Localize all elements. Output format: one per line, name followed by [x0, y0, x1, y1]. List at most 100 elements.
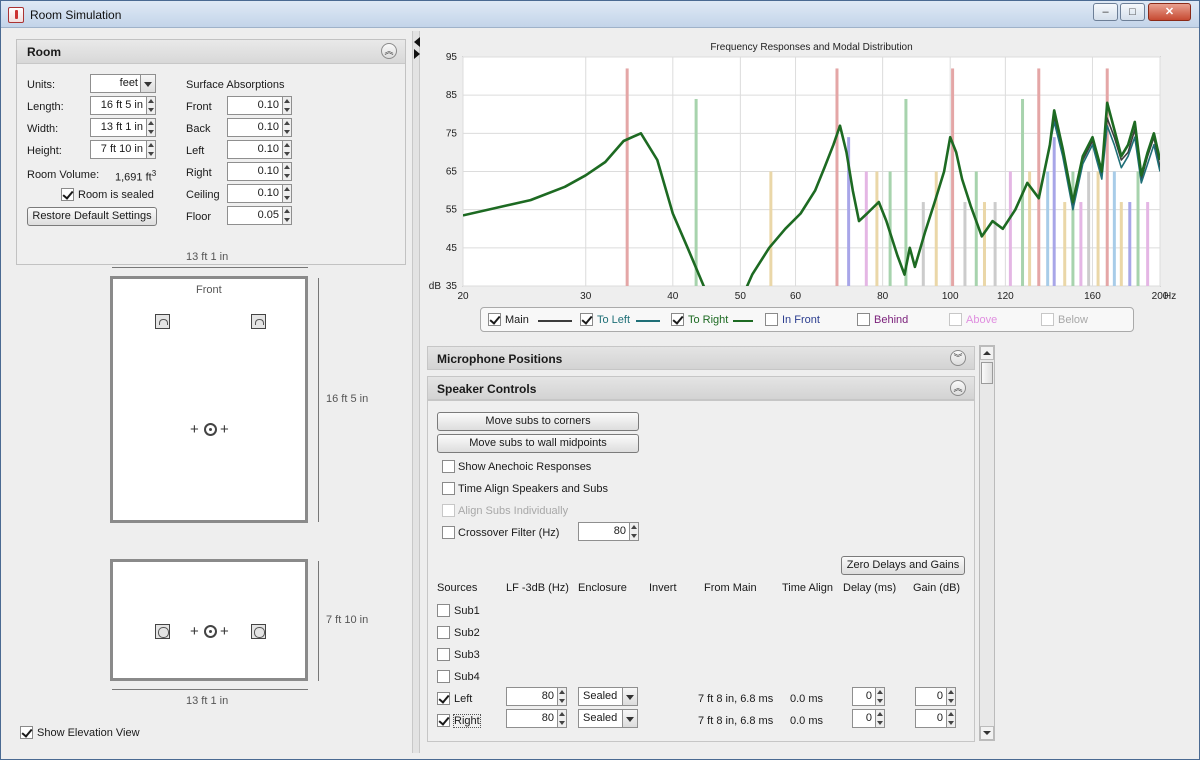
right-source-checkbox[interactable]: [437, 714, 450, 727]
front-absorption-field[interactable]: 0.10: [227, 96, 283, 115]
room-sealed-checkbox[interactable]: [61, 188, 74, 201]
modal-bar: [1128, 202, 1132, 286]
microphone-positions-header[interactable]: Microphone Positions ︾: [427, 346, 975, 370]
legend-to-left-checkbox[interactable]: [580, 313, 593, 326]
align-subs-checkbox[interactable]: [442, 504, 455, 517]
right-absorption-spinner[interactable]: [282, 162, 292, 181]
left-enclosure-dropdown-icon[interactable]: [622, 687, 638, 706]
left-gain-spinner[interactable]: [946, 687, 956, 706]
expand-down-icon[interactable]: ︾: [950, 350, 966, 366]
x-tick-label: 160: [1084, 291, 1101, 302]
left-time-align: 0.0 ms: [790, 693, 824, 705]
units-select[interactable]: feet: [90, 74, 142, 93]
right-lf-spinner[interactable]: [557, 709, 567, 728]
right-speaker-icon[interactable]: [251, 314, 266, 329]
right-absorption-field[interactable]: 0.10: [227, 162, 283, 181]
sub2-checkbox[interactable]: [437, 626, 450, 639]
seat-marker-right[interactable]: +: [220, 422, 229, 437]
crossover-spinner[interactable]: [629, 522, 639, 541]
split-pane-divider[interactable]: [412, 31, 420, 753]
room-elevation-view[interactable]: + +: [110, 559, 308, 681]
maximize-button[interactable]: □: [1120, 3, 1145, 21]
right-lf-field[interactable]: 80: [506, 709, 558, 728]
legend-main-checkbox[interactable]: [488, 313, 501, 326]
legend-to-right-checkbox[interactable]: [671, 313, 684, 326]
show-elevation-checkbox[interactable]: [20, 726, 33, 739]
crossover-checkbox[interactable]: [442, 526, 455, 539]
expand-right-icon[interactable]: [414, 49, 420, 59]
frequency-response-chart[interactable]: Frequency Responses and Modal Distributi…: [421, 31, 1199, 307]
show-anechoic-label: Show Anechoic Responses: [458, 461, 592, 473]
length-field[interactable]: 16 ft 5 in: [90, 96, 147, 115]
collapse-up-icon[interactable]: ︽: [950, 380, 966, 396]
height-field[interactable]: 7 ft 10 in: [90, 140, 147, 159]
show-anechoic-checkbox[interactable]: [442, 460, 455, 473]
legend-below-checkbox[interactable]: [1041, 313, 1054, 326]
main-mic-icon[interactable]: [204, 423, 217, 436]
right-gain-field[interactable]: 0: [915, 709, 947, 728]
speaker-controls-header[interactable]: Speaker Controls ︽: [427, 376, 975, 400]
ceiling-absorption-spinner[interactable]: [282, 184, 292, 203]
sub4-checkbox[interactable]: [437, 670, 450, 683]
right-enclosure-select[interactable]: Sealed: [578, 709, 624, 728]
move-subs-corners-button[interactable]: Move subs to corners: [437, 412, 639, 431]
back-absorption-spinner[interactable]: [282, 118, 292, 137]
seat-marker-left[interactable]: +: [190, 422, 199, 437]
legend-above-checkbox[interactable]: [949, 313, 962, 326]
time-align-checkbox[interactable]: [442, 482, 455, 495]
sub1-checkbox[interactable]: [437, 604, 450, 617]
length-spinner[interactable]: [146, 96, 156, 115]
collapse-left-icon[interactable]: [414, 37, 420, 47]
elev-mic-icon[interactable]: [204, 625, 217, 638]
col-enclosure: Enclosure: [578, 582, 627, 594]
left-gain-field[interactable]: 0: [915, 687, 947, 706]
restore-defaults-button[interactable]: Restore Default Settings: [27, 207, 157, 226]
modal-bar: [769, 171, 773, 286]
elev-seat-left[interactable]: +: [190, 624, 199, 639]
width-field[interactable]: 13 ft 1 in: [90, 118, 147, 137]
right-delay-spinner[interactable]: [875, 709, 885, 728]
left-speaker-icon[interactable]: [155, 314, 170, 329]
left-speaker-elev-icon[interactable]: [155, 624, 170, 639]
room-panel-header[interactable]: Room ︽: [17, 40, 405, 64]
elev-seat-right[interactable]: +: [220, 624, 229, 639]
height-spinner[interactable]: [146, 140, 156, 159]
sub1-label: Sub1: [454, 605, 480, 617]
left-lf-field[interactable]: 80: [506, 687, 558, 706]
left-delay-spinner[interactable]: [875, 687, 885, 706]
right-gain-spinner[interactable]: [946, 709, 956, 728]
legend-in-front-checkbox[interactable]: [765, 313, 778, 326]
right-enclosure-dropdown-icon[interactable]: [622, 709, 638, 728]
room-plan-view[interactable]: Front + +: [110, 276, 308, 523]
time-align-label: Time Align Speakers and Subs: [458, 483, 609, 495]
left-source-checkbox[interactable]: [437, 692, 450, 705]
right-delay-field[interactable]: 0: [852, 709, 876, 728]
right-speaker-elev-icon[interactable]: [251, 624, 266, 639]
legend-behind-checkbox[interactable]: [857, 313, 870, 326]
zero-delays-gains-button[interactable]: Zero Delays and Gains: [841, 556, 965, 575]
sub3-checkbox[interactable]: [437, 648, 450, 661]
left-delay-field[interactable]: 0: [852, 687, 876, 706]
left-enclosure-select[interactable]: Sealed: [578, 687, 624, 706]
left-lf-spinner[interactable]: [557, 687, 567, 706]
crossover-field[interactable]: 80: [578, 522, 630, 541]
left-absorption-spinner[interactable]: [282, 140, 292, 159]
floor-absorption-field[interactable]: 0.05: [227, 206, 283, 225]
ceiling-absorption-field[interactable]: 0.10: [227, 184, 283, 203]
front-absorption-spinner[interactable]: [282, 96, 292, 115]
scroll-thumb[interactable]: [981, 362, 993, 384]
col-sources: Sources: [437, 582, 478, 594]
close-button[interactable]: ✕: [1148, 3, 1191, 21]
floor-absorption-spinner[interactable]: [282, 206, 292, 225]
back-absorption-field[interactable]: 0.10: [227, 118, 283, 137]
scroll-down-glyph: [983, 731, 991, 735]
width-spinner[interactable]: [146, 118, 156, 137]
minimize-button[interactable]: –: [1093, 3, 1118, 21]
units-dropdown-icon[interactable]: [140, 74, 156, 93]
speaker-controls-scrollbar[interactable]: [979, 345, 995, 741]
scroll-up-icon[interactable]: [980, 346, 994, 360]
left-absorption-field[interactable]: 0.10: [227, 140, 283, 159]
move-subs-midpoints-button[interactable]: Move subs to wall midpoints: [437, 434, 639, 453]
scroll-down-icon[interactable]: [980, 726, 994, 740]
collapse-up-icon[interactable]: ︽: [381, 43, 397, 59]
